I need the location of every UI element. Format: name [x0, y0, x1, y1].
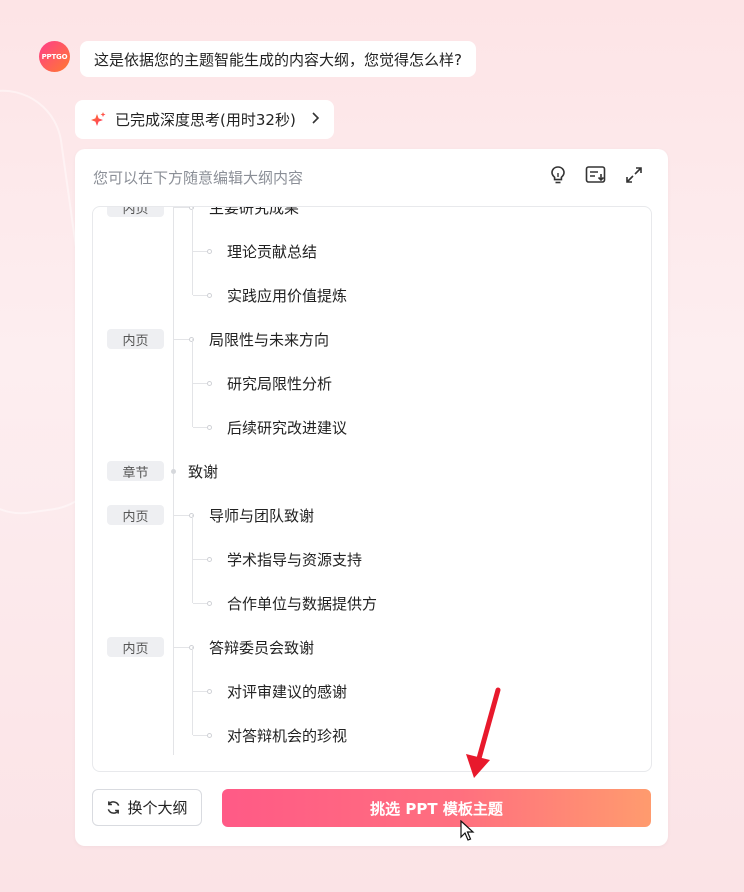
outline-type-tag[interactable]: 章节: [107, 461, 164, 481]
tree-branch-vertical: [192, 559, 193, 603]
tree-branch-line: [193, 559, 207, 560]
expand-icon[interactable]: [622, 163, 646, 187]
outline-node-text[interactable]: 理论贡献总结: [227, 241, 317, 262]
tree-node-dot: [207, 557, 212, 562]
thinking-status-label: 已完成深度思考(用时32秒): [115, 111, 296, 129]
card-toolbar: [546, 163, 646, 187]
outline-row[interactable]: 内页 导师与团队致谢: [93, 493, 651, 537]
tree-node-dot: [207, 381, 212, 386]
tree-node-dot: [207, 733, 212, 738]
choose-template-label: 挑选 PPT 模板主题: [370, 799, 503, 818]
tree-node-dot: [207, 689, 212, 694]
tree-node-dot: [207, 293, 212, 298]
outline-row[interactable]: 对答辩机会的珍视: [93, 691, 651, 757]
outline-node-text[interactable]: 研究局限性分析: [227, 373, 332, 394]
outline-row[interactable]: 合作单位与数据提供方: [93, 559, 651, 625]
tree-branch-line: [174, 207, 189, 208]
tree-branch-line: [174, 339, 189, 340]
tree-branch-vertical: [192, 251, 193, 295]
tree-branch-line: [174, 647, 189, 648]
outline-node-text[interactable]: 主要研究成果: [209, 207, 299, 218]
tree-branch-vertical: [192, 647, 193, 691]
tree-branch-vertical: [192, 339, 193, 383]
list-edit-icon[interactable]: [584, 163, 608, 187]
mouse-cursor-icon: [460, 820, 475, 841]
chat-message-bubble: 这是依据您的主题智能生成的内容大纲，您觉得怎么样?: [80, 41, 476, 77]
outline-node-text[interactable]: 致谢: [188, 461, 218, 482]
chevron-right-icon: [310, 111, 320, 128]
outline-row[interactable]: 后续研究改进建议: [93, 383, 651, 449]
outline-row[interactable]: 章节 致谢: [93, 449, 651, 493]
tree-branch-line: [193, 427, 207, 428]
annotation-arrow: [466, 687, 501, 778]
edit-hint: 您可以在下方随意编辑大纲内容: [93, 169, 304, 187]
outline-node-text[interactable]: 导师与团队致谢: [209, 505, 314, 526]
outline-node-text[interactable]: 学术指导与资源支持: [227, 549, 362, 570]
chat-message-text: 这是依据您的主题智能生成的内容大纲，您觉得怎么样?: [94, 50, 462, 69]
tree-branch-vertical: [192, 691, 193, 735]
choose-template-button[interactable]: 挑选 PPT 模板主题: [222, 789, 651, 827]
outline-row[interactable]: 内页 答辩委员会致谢: [93, 625, 651, 669]
tree-branch-vertical: [192, 207, 193, 251]
outline-tree[interactable]: 内页 主要研究成果 理论贡献总结 实践应用价值提炼 内页 局限性与未来方向 研究局限性分析后…: [92, 206, 652, 772]
outline-node-text[interactable]: 实践应用价值提炼: [227, 285, 347, 306]
thinking-status-chip[interactable]: 已完成深度思考(用时32秒): [75, 100, 334, 139]
tree-branch-line: [193, 295, 207, 296]
swap-outline-label: 换个大纲: [127, 799, 188, 817]
outline-type-tag[interactable]: 内页: [107, 329, 164, 349]
tree-branch-vertical: [192, 515, 193, 559]
tree-branch-line: [193, 735, 207, 736]
tree-branch-vertical: [192, 383, 193, 427]
tree-branch-line: [193, 383, 207, 384]
outline-node-text[interactable]: 合作单位与数据提供方: [227, 593, 377, 614]
outline-node-text[interactable]: 答辩委员会致谢: [209, 637, 314, 658]
tree-node-dot: [207, 425, 212, 430]
outline-node-text[interactable]: 局限性与未来方向: [209, 329, 329, 350]
outline-node-text[interactable]: 对评审建议的感谢: [227, 681, 347, 702]
tree-branch-line: [193, 691, 207, 692]
tree-branch-line: [174, 515, 189, 516]
outline-row[interactable]: 对评审建议的感谢: [93, 647, 651, 713]
outline-row[interactable]: 实践应用价值提炼: [93, 251, 651, 317]
sparkle-icon: [91, 111, 106, 126]
outline-row[interactable]: 理论贡献总结: [93, 207, 651, 273]
refresh-icon: [108, 801, 120, 814]
lightbulb-icon[interactable]: [546, 163, 570, 187]
outline-node-text[interactable]: 对答辩机会的珍视: [227, 725, 347, 746]
outline-row[interactable]: 学术指导与资源支持: [93, 515, 651, 581]
outline-row[interactable]: 研究局限性分析: [93, 339, 651, 405]
tree-node-dot: [207, 601, 212, 606]
outline-type-tag[interactable]: 内页: [107, 207, 164, 217]
outline-row[interactable]: 内页 主要研究成果: [93, 207, 651, 229]
outline-node-text[interactable]: 后续研究改进建议: [227, 417, 347, 438]
tree-node-dot: [171, 469, 176, 474]
avatar: PPTGO: [39, 41, 70, 72]
outline-type-tag[interactable]: 内页: [107, 505, 164, 525]
outline-row[interactable]: 内页 局限性与未来方向: [93, 317, 651, 361]
tree-node-dot: [207, 249, 212, 254]
tree-branch-line: [193, 251, 207, 252]
swap-outline-button[interactable]: 换个大纲: [92, 789, 202, 826]
tree-branch-line: [193, 603, 207, 604]
outline-card: 您可以在下方随意编辑大纲内容 内页 主要研究成果 理论贡献总结 实践应用价值提炼 内页局…: [75, 149, 668, 846]
outline-type-tag[interactable]: 内页: [107, 637, 164, 657]
avatar-logo-text: PPTGO: [41, 52, 68, 61]
